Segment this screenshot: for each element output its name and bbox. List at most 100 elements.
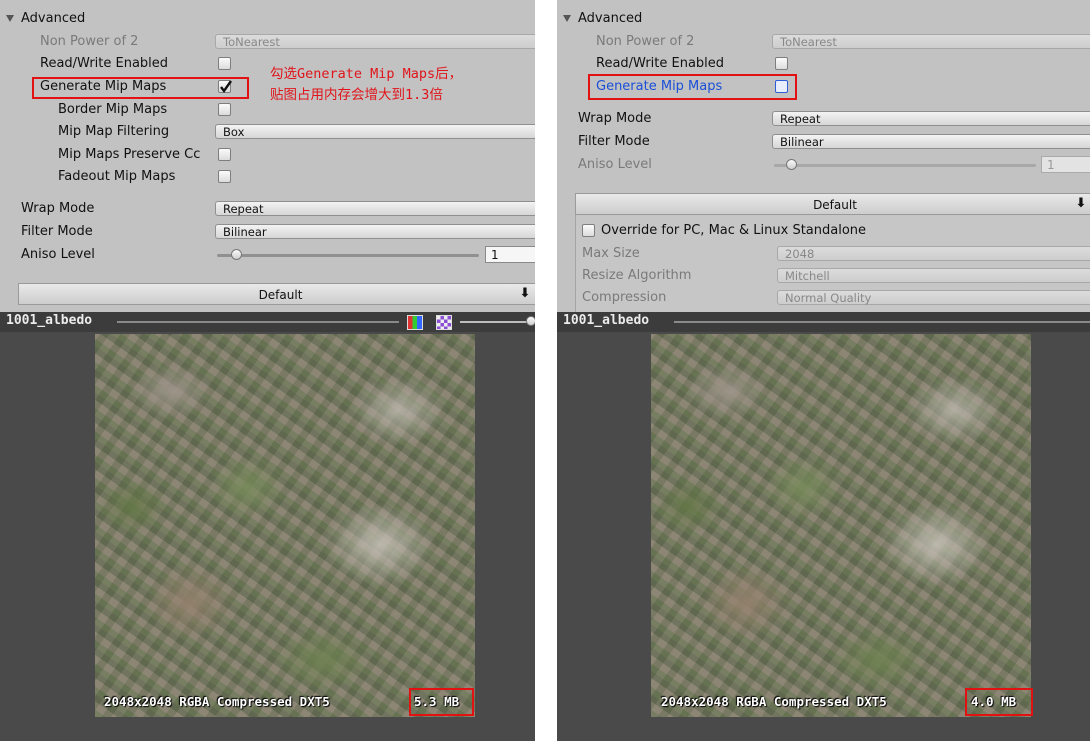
wrap-mode-dropdown[interactable]: Repeat <box>215 201 535 216</box>
texture-preview-image <box>651 334 1031 717</box>
import-settings-left: Advanced Non Power of 2 ToNearest Read/W… <box>0 0 535 312</box>
aniso-level-label: Aniso Level <box>578 157 652 172</box>
filter-mode-row: Filter Mode Bilinear <box>0 222 535 242</box>
mip-map-filtering-value: Box <box>223 125 245 139</box>
resize-algorithm-label: Resize Algorithm <box>582 268 692 283</box>
filter-mode-dropdown[interactable]: Bilinear <box>772 134 1090 149</box>
aniso-level-row: Aniso Level 1 <box>0 245 535 265</box>
aniso-level-value: 1 <box>491 248 499 262</box>
border-mip-maps-label: Border Mip Maps <box>58 102 168 117</box>
mip-map-filtering-label: Mip Map Filtering <box>58 124 170 139</box>
default-platform-tab[interactable]: Default ⬇ <box>18 283 535 305</box>
filter-mode-value: Bilinear <box>780 135 824 149</box>
filter-mode-label: Filter Mode <box>578 134 650 149</box>
wrap-mode-row: Wrap Mode Repeat <box>0 199 535 219</box>
highlight-memory-size <box>409 688 474 716</box>
triangle-down-icon <box>6 15 14 22</box>
inspector-panel-left: Advanced Non Power of 2 ToNearest Read/W… <box>0 0 535 741</box>
non-power-of-2-value: ToNearest <box>223 35 280 49</box>
mip-map-filtering-dropdown[interactable]: Box <box>215 124 535 139</box>
mip-slider-thumb[interactable] <box>526 316 535 326</box>
preview-title: 1001_albedo <box>6 313 93 328</box>
mip-slider-track[interactable] <box>460 321 530 323</box>
aniso-slider-thumb[interactable] <box>786 159 797 170</box>
filter-mode-value: Bilinear <box>223 225 267 239</box>
read-write-row: Read/Write Enabled <box>557 54 1090 74</box>
filter-mode-label: Filter Mode <box>21 224 93 239</box>
preview-area-right: 2048x2048 RGBA Compressed DXT5 4.0 MB <box>557 332 1090 741</box>
advanced-label: Advanced <box>578 11 643 26</box>
mip-map-filtering-row: Mip Map Filtering Box <box>0 122 535 142</box>
highlight-generate-mip-maps <box>588 74 797 100</box>
default-platform-tab[interactable]: Default ⬇ <box>575 193 1090 215</box>
override-label: Override for PC, Mac & Linux Standalone <box>601 223 867 238</box>
wrap-mode-dropdown[interactable]: Repeat <box>772 111 1090 126</box>
max-size-row: Max Size 2048 <box>557 244 1090 264</box>
mip-maps-preserve-checkbox[interactable] <box>218 148 231 161</box>
resize-algorithm-dropdown[interactable]: Mitchell <box>777 268 1090 283</box>
texture-preview-image <box>95 334 475 717</box>
border-mip-maps-checkbox[interactable] <box>218 103 231 116</box>
aniso-slider-thumb[interactable] <box>231 249 242 260</box>
aniso-level-field[interactable]: 1 <box>1041 156 1090 173</box>
non-power-of-2-label: Non Power of 2 <box>40 34 139 49</box>
max-size-label: Max Size <box>582 246 640 261</box>
preview-header-right: 1001_albedo <box>557 312 1090 332</box>
aniso-level-label: Aniso Level <box>21 247 95 262</box>
preview-header-divider <box>117 321 399 323</box>
compression-row: Compression Normal Quality <box>557 288 1090 308</box>
aniso-level-value: 1 <box>1047 158 1055 172</box>
alpha-channel-icon[interactable] <box>436 315 452 330</box>
color-channel-icon[interactable] <box>407 315 423 330</box>
advanced-foldout[interactable]: Advanced <box>0 9 535 29</box>
non-power-of-2-row: Non Power of 2 ToNearest <box>0 32 535 52</box>
aniso-level-field[interactable]: 1 <box>485 246 535 263</box>
max-size-value: 2048 <box>785 247 815 261</box>
default-tab-label: Default <box>258 288 303 302</box>
non-power-of-2-label: Non Power of 2 <box>596 34 695 49</box>
annotation-line-2: 贴图占用内存会增大到1.3倍 <box>270 87 443 103</box>
panel-gap <box>535 0 557 741</box>
texture-format-info: 2048x2048 RGBA Compressed DXT5 <box>104 694 330 709</box>
aniso-slider-track[interactable] <box>217 254 479 257</box>
fadeout-mip-maps-row: Fadeout Mip Maps <box>0 167 535 187</box>
read-write-label: Read/Write Enabled <box>40 56 169 71</box>
compression-dropdown[interactable]: Normal Quality <box>777 290 1090 305</box>
compression-value: Normal Quality <box>785 291 872 305</box>
wrap-mode-label: Wrap Mode <box>21 201 95 216</box>
non-power-of-2-dropdown[interactable]: ToNearest <box>215 34 535 49</box>
filter-mode-row: Filter Mode Bilinear <box>557 132 1090 152</box>
aniso-level-row: Aniso Level 1 <box>557 155 1090 175</box>
triangle-down-icon <box>563 15 571 22</box>
read-write-checkbox[interactable] <box>218 57 231 70</box>
read-write-checkbox[interactable] <box>775 57 788 70</box>
advanced-label: Advanced <box>21 11 86 26</box>
resize-algorithm-row: Resize Algorithm Mitchell <box>557 266 1090 286</box>
annotation-line-1: 勾选Generate Mip Maps后， <box>270 66 463 82</box>
fadeout-mip-maps-label: Fadeout Mip Maps <box>58 169 176 184</box>
max-size-dropdown[interactable]: 2048 <box>777 246 1090 261</box>
mip-maps-preserve-label: Mip Maps Preserve Cc <box>58 147 201 162</box>
highlight-generate-mip-maps <box>32 77 249 99</box>
inspector-panel-right: Advanced Non Power of 2 ToNearest Read/W… <box>557 0 1090 741</box>
advanced-foldout[interactable]: Advanced <box>557 9 1090 29</box>
wrap-mode-label: Wrap Mode <box>578 111 652 126</box>
mip-maps-preserve-row: Mip Maps Preserve Cc <box>0 145 535 165</box>
override-checkbox[interactable] <box>582 224 595 237</box>
filter-mode-dropdown[interactable]: Bilinear <box>215 224 535 239</box>
non-power-of-2-row: Non Power of 2 ToNearest <box>557 32 1090 52</box>
fadeout-mip-maps-checkbox[interactable] <box>218 170 231 183</box>
preview-area-left: 2048x2048 RGBA Compressed DXT5 5.3 MB <box>0 332 535 741</box>
annotation-text: 勾选Generate Mip Maps后， 贴图占用内存会增大到1.3倍 <box>270 64 532 106</box>
download-icon[interactable]: ⬇ <box>516 285 534 303</box>
read-write-label: Read/Write Enabled <box>596 56 725 71</box>
non-power-of-2-dropdown[interactable]: ToNearest <box>772 34 1090 49</box>
default-tab-label: Default <box>813 198 857 212</box>
wrap-mode-value: Repeat <box>223 202 264 216</box>
aniso-slider-track[interactable] <box>774 164 1036 167</box>
preview-title: 1001_albedo <box>563 313 650 328</box>
wrap-mode-value: Repeat <box>780 112 821 126</box>
preview-header-left: 1001_albedo <box>0 312 535 332</box>
download-icon[interactable]: ⬇ <box>1072 195 1090 213</box>
wrap-mode-row: Wrap Mode Repeat <box>557 109 1090 129</box>
